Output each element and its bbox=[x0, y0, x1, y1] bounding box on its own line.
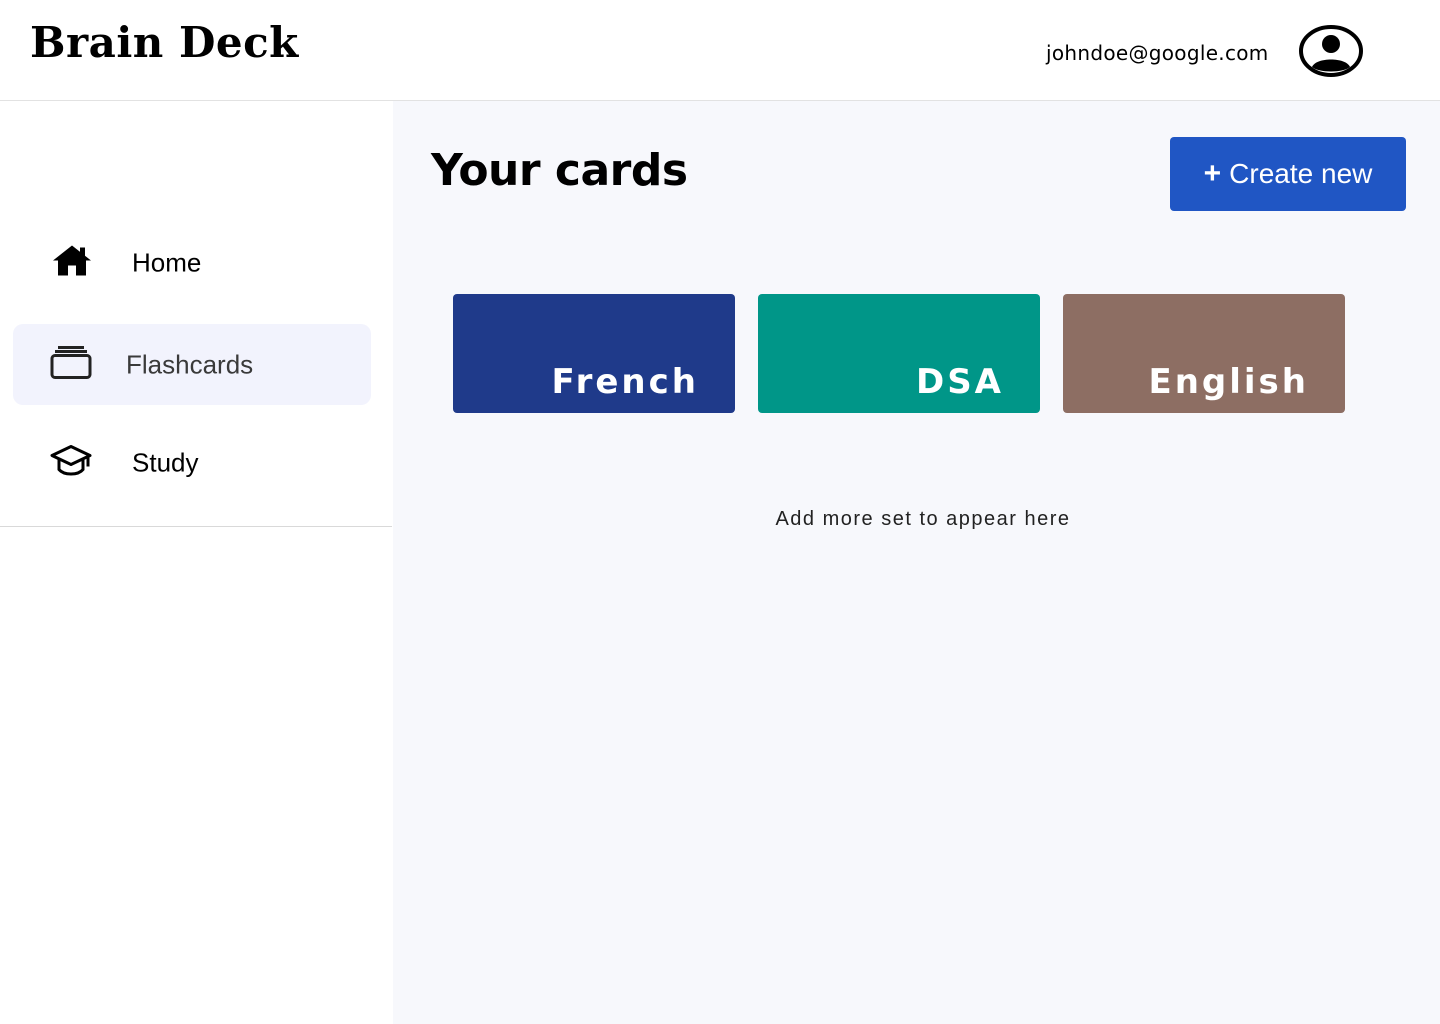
card-set-english[interactable]: English bbox=[1063, 294, 1345, 413]
home-icon bbox=[51, 243, 93, 282]
sidebar-item-home[interactable]: Home bbox=[13, 222, 371, 303]
sidebar-item-study[interactable]: Study bbox=[13, 422, 371, 503]
app-header: Brain Deck johndoe@google.com bbox=[0, 0, 1440, 101]
card-set-label: French bbox=[551, 362, 699, 402]
app-logo[interactable]: Brain Deck bbox=[30, 22, 299, 64]
sidebar-item-label: Flashcards bbox=[126, 349, 254, 379]
sidebar-item-flashcards[interactable]: Flashcards bbox=[13, 324, 371, 405]
main-content: Your cards + Create new French DSA Engli… bbox=[393, 101, 1440, 1024]
user-circle-icon[interactable] bbox=[1298, 24, 1364, 78]
sidebar: Home Flashcards Study bbox=[0, 101, 392, 1024]
sidebar-divider bbox=[0, 526, 392, 527]
create-new-label: Create new bbox=[1229, 158, 1373, 189]
graduation-cap-icon bbox=[50, 443, 92, 482]
page-title: Your cards bbox=[431, 145, 688, 196]
card-set-label: English bbox=[1148, 362, 1309, 402]
empty-hint: Add more set to appear here bbox=[775, 508, 1071, 530]
create-new-button[interactable]: + Create new bbox=[1170, 137, 1406, 211]
cards-stack-icon bbox=[50, 345, 92, 384]
user-email: johndoe@google.com bbox=[1046, 41, 1269, 65]
card-set-label: DSA bbox=[915, 362, 1004, 402]
card-set-dsa[interactable]: DSA bbox=[758, 294, 1040, 413]
sidebar-item-label: Study bbox=[132, 447, 199, 477]
card-set-french[interactable]: French bbox=[453, 294, 735, 413]
sidebar-item-label: Home bbox=[132, 247, 202, 277]
plus-icon: + bbox=[1203, 157, 1222, 190]
